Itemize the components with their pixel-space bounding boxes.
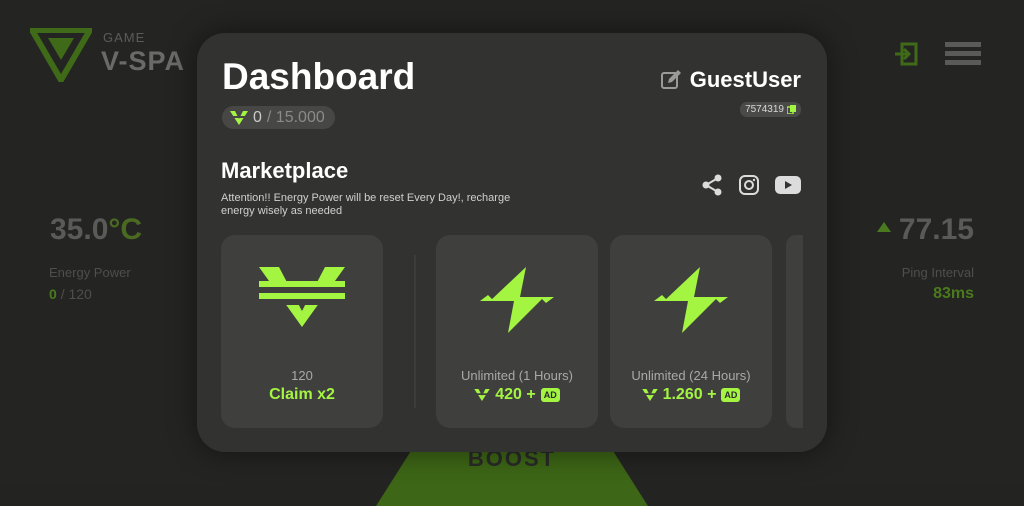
- brand-title: V-SPA: [101, 46, 186, 76]
- marketplace-cards: 120 Claim x2 Unlimited (1 Hours) 420 + A…: [221, 235, 803, 428]
- user-id-badge[interactable]: 7574319: [740, 102, 801, 117]
- temperature-readout: 35.0°C: [50, 213, 143, 246]
- energy-value: 0 / 120: [49, 286, 92, 302]
- v-space-logo-icon: [30, 28, 92, 82]
- logout-icon[interactable]: [893, 41, 919, 67]
- user-info: GuestUser: [660, 67, 801, 93]
- menu-icon[interactable]: [945, 41, 981, 67]
- share-icon[interactable]: [701, 174, 723, 196]
- ad-badge: AD: [540, 388, 560, 402]
- card-sub: 120: [291, 368, 313, 383]
- copy-icon[interactable]: [787, 105, 796, 114]
- user-id: 7574319: [745, 104, 784, 115]
- unlimited-1h-card[interactable]: Unlimited (1 Hours) 420 + AD: [436, 235, 598, 428]
- unlimited-24h-card[interactable]: Unlimited (24 Hours) 1.260 + AD: [610, 235, 772, 428]
- brand-subtitle: GAME: [103, 30, 146, 45]
- energy-label: Energy Power: [49, 265, 131, 280]
- card-main: 1.260 + AD: [610, 386, 772, 404]
- card-main: Claim x2: [269, 386, 335, 403]
- arrow-up-icon: [876, 222, 891, 233]
- ad-badge: AD: [721, 388, 741, 402]
- next-card-peek[interactable]: [786, 235, 803, 428]
- v-coin-icon: [641, 389, 658, 401]
- claim-card[interactable]: 120 Claim x2: [221, 235, 383, 428]
- v-logo-icon: [259, 267, 345, 327]
- lightning-icon: [480, 267, 554, 333]
- ping-ms: 83ms: [933, 285, 974, 302]
- lightning-icon: [654, 267, 728, 333]
- v-coin-icon: [230, 110, 248, 125]
- ping-readout: 77.15: [876, 213, 974, 247]
- reset-notice: Attention!! Energy Power will be reset E…: [221, 192, 511, 217]
- page-title: Dashboard: [222, 56, 416, 97]
- v-coin-icon: [474, 389, 490, 401]
- card-main: 420 + AD: [436, 386, 598, 404]
- instagram-icon[interactable]: [738, 174, 760, 196]
- card-sub: Unlimited (1 Hours): [461, 368, 573, 383]
- youtube-icon[interactable]: [775, 175, 801, 195]
- dashboard-modal: Dashboard 0 / 15.000 GuestUser 7574319 M…: [197, 33, 827, 452]
- ping-label: Ping Interval: [901, 265, 974, 280]
- balance-badge: 0 / 15.000: [222, 106, 335, 129]
- boost-button[interactable]: BOOST: [376, 446, 648, 506]
- card-sub: Unlimited (24 Hours): [631, 368, 751, 383]
- username: GuestUser: [689, 67, 801, 92]
- balance-current: 0: [253, 108, 262, 126]
- marketplace-title: Marketplace: [221, 158, 349, 183]
- edit-icon[interactable]: [660, 69, 682, 91]
- social-links: [701, 174, 801, 196]
- divider: [414, 255, 416, 408]
- balance-max: / 15.000: [266, 108, 325, 126]
